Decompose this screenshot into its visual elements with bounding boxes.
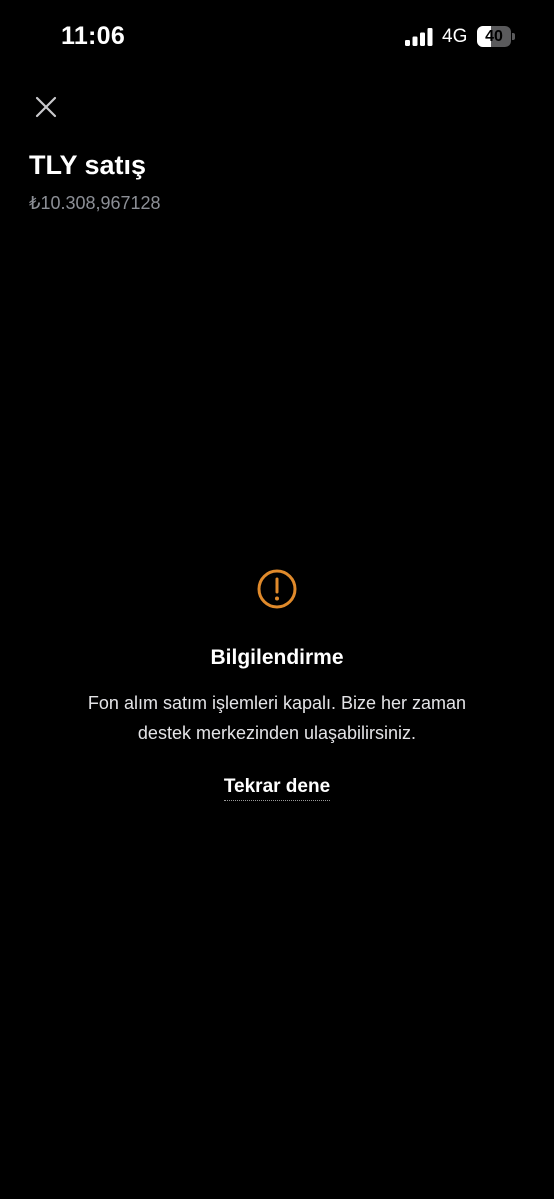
notice-title: Bilgilendirme xyxy=(210,646,344,669)
page-title: TLY satış xyxy=(29,150,147,180)
battery-body: 40 xyxy=(477,26,511,47)
balance-amount: ₺10.308,967128 xyxy=(29,193,161,213)
network-type-label: 4G xyxy=(442,26,468,47)
battery-level: 40 xyxy=(485,28,503,45)
info-notice: Bilgilendirme Fon alım satım işlemleri k… xyxy=(0,568,554,801)
notice-message: Fon alım satım işlemleri kapalı. Bize he… xyxy=(87,693,467,743)
battery-cap xyxy=(512,33,515,40)
close-icon xyxy=(35,96,57,118)
retry-button[interactable]: Tekrar dene xyxy=(223,776,331,801)
cellular-signal-icon xyxy=(405,28,433,46)
close-button[interactable] xyxy=(30,91,62,123)
battery-icon: 40 xyxy=(477,26,515,47)
warning-icon xyxy=(257,569,297,609)
status-bar: 11:06 4G 40 xyxy=(0,0,554,74)
status-time: 11:06 xyxy=(61,22,126,50)
